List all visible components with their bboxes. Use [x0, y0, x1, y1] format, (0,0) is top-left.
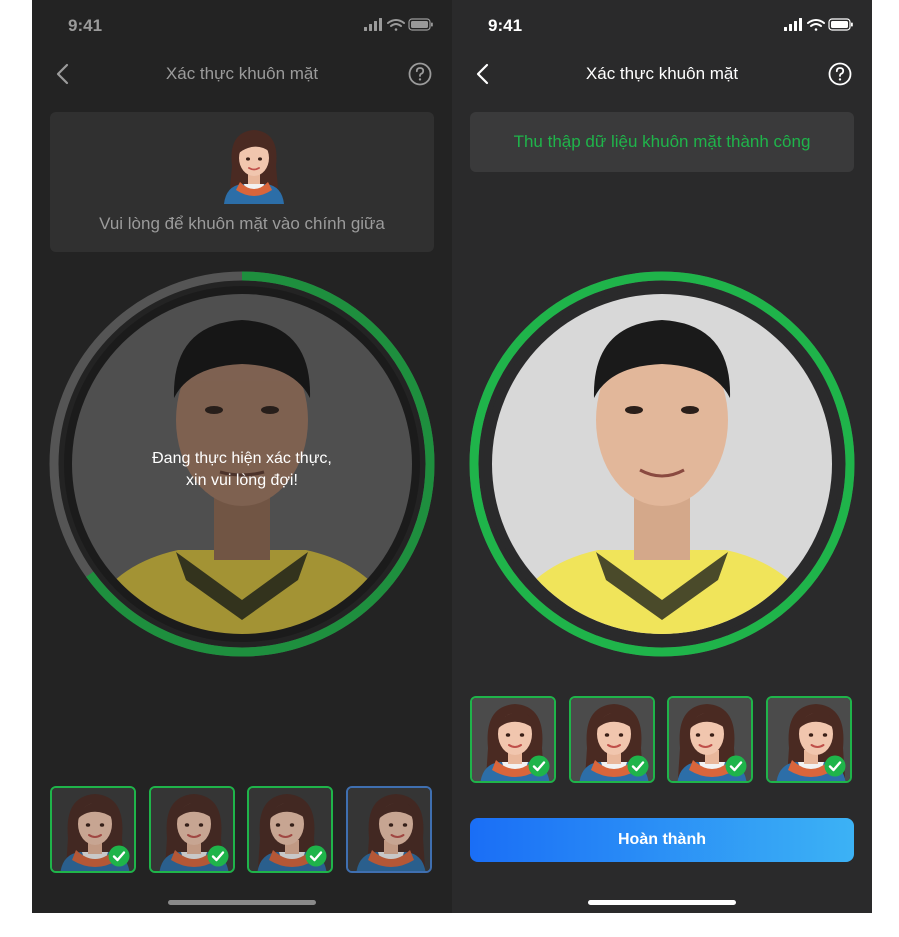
- processing-message: Đang thực hiện xác thực, xin vui lòng đợ…: [152, 450, 332, 489]
- nav-bar: Xác thực khuôn mặt: [452, 58, 872, 90]
- pose-thumbnail: [148, 786, 235, 873]
- check-icon: [824, 755, 845, 777]
- success-message: Thu thập dữ liệu khuôn mặt thành công: [513, 132, 811, 151]
- battery-icon: [828, 18, 853, 31]
- help-icon[interactable]: [828, 62, 852, 86]
- status-time: 9:41: [68, 16, 103, 35]
- check-icon: [108, 845, 130, 867]
- battery-icon: [408, 18, 433, 31]
- success-banner: Thu thập dữ liệu khuôn mặt thành công: [470, 112, 854, 172]
- instruction-text: Vui lòng để khuôn mặt vào chính giữa: [99, 214, 385, 233]
- pose-thumbnail: [667, 696, 753, 783]
- pose-thumbnail: [247, 786, 333, 873]
- wifi-icon: [807, 19, 825, 31]
- signal-icon: [364, 18, 382, 31]
- complete-button[interactable]: Hoàn thành: [470, 818, 854, 862]
- pose-thumbnail: [345, 786, 432, 873]
- wifi-icon: [387, 19, 405, 31]
- home-indicator: [588, 900, 736, 905]
- check-icon: [528, 755, 550, 777]
- pose-thumbnail: [568, 696, 655, 783]
- instruction-panel: Vui lòng để khuôn mặt vào chính giữa: [50, 112, 434, 252]
- check-icon: [305, 845, 327, 867]
- pose-thumbnail: [50, 786, 136, 873]
- avatar-illustration: [224, 130, 284, 204]
- page-title: Xác thực khuôn mặt: [165, 64, 319, 83]
- status-bar: 9:41: [452, 0, 872, 50]
- check-icon: [207, 845, 228, 867]
- help-icon[interactable]: [408, 62, 432, 86]
- pose-thumbnail: [470, 696, 556, 783]
- nav-bar: Xác thực khuôn mặt: [32, 58, 452, 90]
- verification-screen-in-progress: 9:41 Xác thực khuôn mặt Vui lòng để khuô…: [32, 0, 452, 913]
- home-indicator: [168, 900, 316, 905]
- face-capture-frame: [469, 271, 855, 657]
- signal-icon: [784, 18, 802, 31]
- verification-screen-success: 9:41 Xác thực khuôn mặt Thu thập dữ liệu…: [452, 0, 872, 913]
- pose-thumbnail: [765, 696, 852, 783]
- check-icon: [627, 755, 648, 777]
- status-time: 9:41: [488, 16, 523, 35]
- status-icons: [364, 18, 433, 31]
- check-icon: [725, 755, 747, 777]
- status-icons: [784, 18, 853, 31]
- page-title: Xác thực khuôn mặt: [585, 64, 739, 83]
- status-bar: 9:41: [32, 0, 452, 50]
